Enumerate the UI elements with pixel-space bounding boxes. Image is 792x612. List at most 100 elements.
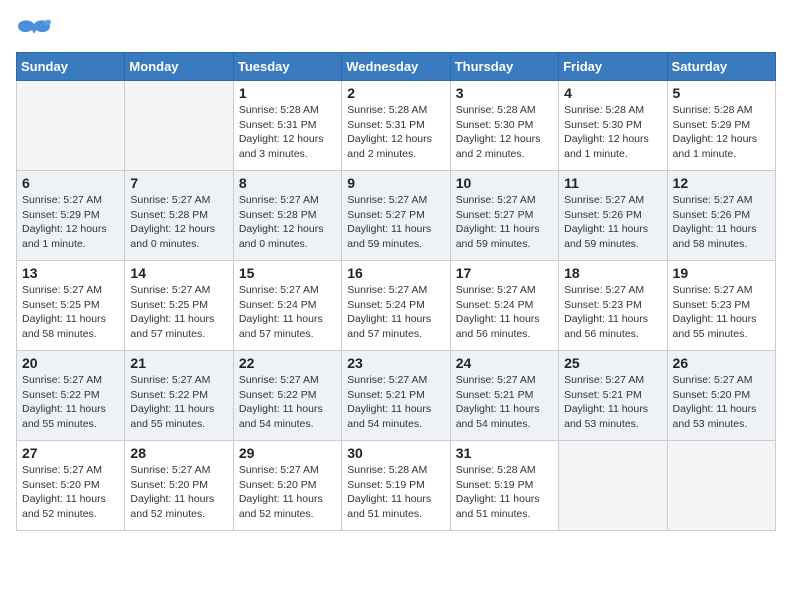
day-info: Sunrise: 5:27 AM Sunset: 5:20 PM Dayligh… bbox=[130, 463, 227, 522]
calendar-cell: 12 Sunrise: 5:27 AM Sunset: 5:26 PM Dayli… bbox=[667, 171, 775, 261]
calendar-cell: 13 Sunrise: 5:27 AM Sunset: 5:25 PM Dayli… bbox=[17, 261, 125, 351]
col-header-wednesday: Wednesday bbox=[342, 53, 450, 81]
calendar-cell: 10 Sunrise: 5:27 AM Sunset: 5:27 PM Dayli… bbox=[450, 171, 558, 261]
calendar-cell: 6 Sunrise: 5:27 AM Sunset: 5:29 PM Daylig… bbox=[17, 171, 125, 261]
day-info: Sunrise: 5:27 AM Sunset: 5:23 PM Dayligh… bbox=[564, 283, 661, 342]
day-number: 14 bbox=[130, 265, 227, 281]
day-number: 13 bbox=[22, 265, 119, 281]
day-number: 4 bbox=[564, 85, 661, 101]
calendar-cell bbox=[667, 441, 775, 531]
day-number: 5 bbox=[673, 85, 770, 101]
day-info: Sunrise: 5:27 AM Sunset: 5:20 PM Dayligh… bbox=[239, 463, 336, 522]
calendar-cell: 23 Sunrise: 5:27 AM Sunset: 5:21 PM Dayli… bbox=[342, 351, 450, 441]
calendar-cell: 15Sunrise: 5:27 AM Sunset: 5:24 PM Dayli… bbox=[233, 261, 341, 351]
calendar-cell: 3 Sunrise: 5:28 AM Sunset: 5:30 PM Daylig… bbox=[450, 81, 558, 171]
day-number: 16 bbox=[347, 265, 444, 281]
col-header-saturday: Saturday bbox=[667, 53, 775, 81]
day-info: Sunrise: 5:27 AM Sunset: 5:25 PM Dayligh… bbox=[22, 283, 119, 342]
calendar-cell: 29 Sunrise: 5:27 AM Sunset: 5:20 PM Dayli… bbox=[233, 441, 341, 531]
day-number: 25 bbox=[564, 355, 661, 371]
day-number: 10 bbox=[456, 175, 553, 191]
day-info: Sunrise: 5:27 AM Sunset: 5:28 PM Dayligh… bbox=[130, 193, 227, 252]
day-number: 27 bbox=[22, 445, 119, 461]
day-info: Sunrise: 5:27 AM Sunset: 5:26 PM Dayligh… bbox=[564, 193, 661, 252]
day-info: Sunrise: 5:28 AM Sunset: 5:19 PM Dayligh… bbox=[347, 463, 444, 522]
calendar-cell: 9 Sunrise: 5:27 AM Sunset: 5:27 PM Daylig… bbox=[342, 171, 450, 261]
day-info: Sunrise: 5:28 AM Sunset: 5:30 PM Dayligh… bbox=[456, 103, 553, 162]
day-info: Sunrise: 5:27 AM Sunset: 5:27 PM Dayligh… bbox=[456, 193, 553, 252]
day-number: 28 bbox=[130, 445, 227, 461]
day-number: 19 bbox=[673, 265, 770, 281]
day-info: Sunrise: 5:28 AM Sunset: 5:29 PM Dayligh… bbox=[673, 103, 770, 162]
calendar-cell: 27 Sunrise: 5:27 AM Sunset: 5:20 PM Dayli… bbox=[17, 441, 125, 531]
day-info: Sunrise: 5:28 AM Sunset: 5:30 PM Dayligh… bbox=[564, 103, 661, 162]
calendar-cell: 31 Sunrise: 5:28 AM Sunset: 5:19 PM Dayli… bbox=[450, 441, 558, 531]
col-header-sunday: Sunday bbox=[17, 53, 125, 81]
day-info: Sunrise: 5:27 AM Sunset: 5:24 PM Dayligh… bbox=[347, 283, 444, 342]
day-info: Sunrise: 5:27 AM Sunset: 5:22 PM Dayligh… bbox=[239, 373, 336, 432]
col-header-monday: Monday bbox=[125, 53, 233, 81]
week-row-5: 27 Sunrise: 5:27 AM Sunset: 5:20 PM Dayli… bbox=[17, 441, 776, 531]
day-number: 15 bbox=[239, 265, 336, 281]
calendar-cell: 17Sunrise: 5:27 AM Sunset: 5:24 PM Dayli… bbox=[450, 261, 558, 351]
page-header bbox=[16, 16, 776, 44]
day-info: Sunrise: 5:27 AM Sunset: 5:23 PM Dayligh… bbox=[673, 283, 770, 342]
calendar-cell: 28 Sunrise: 5:27 AM Sunset: 5:20 PM Dayli… bbox=[125, 441, 233, 531]
logo-icon bbox=[16, 16, 52, 44]
calendar-cell: 30 Sunrise: 5:28 AM Sunset: 5:19 PM Dayli… bbox=[342, 441, 450, 531]
day-info: Sunrise: 5:28 AM Sunset: 5:31 PM Dayligh… bbox=[239, 103, 336, 162]
calendar-cell: 20 Sunrise: 5:27 AM Sunset: 5:22 PM Dayli… bbox=[17, 351, 125, 441]
day-number: 30 bbox=[347, 445, 444, 461]
day-info: Sunrise: 5:28 AM Sunset: 5:31 PM Dayligh… bbox=[347, 103, 444, 162]
calendar-cell: 4 Sunrise: 5:28 AM Sunset: 5:30 PM Daylig… bbox=[559, 81, 667, 171]
day-info: Sunrise: 5:27 AM Sunset: 5:28 PM Dayligh… bbox=[239, 193, 336, 252]
calendar-cell: 21 Sunrise: 5:27 AM Sunset: 5:22 PM Dayli… bbox=[125, 351, 233, 441]
day-info: Sunrise: 5:27 AM Sunset: 5:25 PM Dayligh… bbox=[130, 283, 227, 342]
day-number: 8 bbox=[239, 175, 336, 191]
day-info: Sunrise: 5:27 AM Sunset: 5:22 PM Dayligh… bbox=[22, 373, 119, 432]
col-header-thursday: Thursday bbox=[450, 53, 558, 81]
day-number: 9 bbox=[347, 175, 444, 191]
calendar-cell: 26Sunrise: 5:27 AM Sunset: 5:20 PM Dayli… bbox=[667, 351, 775, 441]
calendar-cell bbox=[559, 441, 667, 531]
calendar-cell: 19 Sunrise: 5:27 AM Sunset: 5:23 PM Dayli… bbox=[667, 261, 775, 351]
calendar-cell: 22 Sunrise: 5:27 AM Sunset: 5:22 PM Dayli… bbox=[233, 351, 341, 441]
day-number: 31 bbox=[456, 445, 553, 461]
day-info: Sunrise: 5:28 AM Sunset: 5:19 PM Dayligh… bbox=[456, 463, 553, 522]
logo bbox=[16, 16, 56, 44]
day-number: 20 bbox=[22, 355, 119, 371]
day-info: Sunrise: 5:27 AM Sunset: 5:27 PM Dayligh… bbox=[347, 193, 444, 252]
day-info: Sunrise: 5:27 AM Sunset: 5:26 PM Dayligh… bbox=[673, 193, 770, 252]
calendar-cell: 11Sunrise: 5:27 AM Sunset: 5:26 PM Dayli… bbox=[559, 171, 667, 261]
calendar-cell: 1 Sunrise: 5:28 AM Sunset: 5:31 PM Daylig… bbox=[233, 81, 341, 171]
col-header-friday: Friday bbox=[559, 53, 667, 81]
day-info: Sunrise: 5:27 AM Sunset: 5:20 PM Dayligh… bbox=[22, 463, 119, 522]
col-header-tuesday: Tuesday bbox=[233, 53, 341, 81]
day-number: 23 bbox=[347, 355, 444, 371]
day-number: 7 bbox=[130, 175, 227, 191]
calendar-table: SundayMondayTuesdayWednesdayThursdayFrid… bbox=[16, 52, 776, 531]
day-number: 1 bbox=[239, 85, 336, 101]
day-number: 2 bbox=[347, 85, 444, 101]
day-info: Sunrise: 5:27 AM Sunset: 5:21 PM Dayligh… bbox=[347, 373, 444, 432]
calendar-cell: 24Sunrise: 5:27 AM Sunset: 5:21 PM Dayli… bbox=[450, 351, 558, 441]
day-number: 21 bbox=[130, 355, 227, 371]
day-number: 12 bbox=[673, 175, 770, 191]
calendar-cell: 25 Sunrise: 5:27 AM Sunset: 5:21 PM Dayli… bbox=[559, 351, 667, 441]
day-number: 29 bbox=[239, 445, 336, 461]
week-row-2: 6 Sunrise: 5:27 AM Sunset: 5:29 PM Daylig… bbox=[17, 171, 776, 261]
week-row-1: 1 Sunrise: 5:28 AM Sunset: 5:31 PM Daylig… bbox=[17, 81, 776, 171]
day-number: 6 bbox=[22, 175, 119, 191]
day-number: 3 bbox=[456, 85, 553, 101]
day-number: 18 bbox=[564, 265, 661, 281]
calendar-cell bbox=[125, 81, 233, 171]
day-info: Sunrise: 5:27 AM Sunset: 5:21 PM Dayligh… bbox=[564, 373, 661, 432]
calendar-cell: 7 Sunrise: 5:27 AM Sunset: 5:28 PM Daylig… bbox=[125, 171, 233, 261]
calendar-cell: 2 Sunrise: 5:28 AM Sunset: 5:31 PM Daylig… bbox=[342, 81, 450, 171]
day-info: Sunrise: 5:27 AM Sunset: 5:20 PM Dayligh… bbox=[673, 373, 770, 432]
week-row-3: 13 Sunrise: 5:27 AM Sunset: 5:25 PM Dayli… bbox=[17, 261, 776, 351]
day-number: 22 bbox=[239, 355, 336, 371]
day-info: Sunrise: 5:27 AM Sunset: 5:29 PM Dayligh… bbox=[22, 193, 119, 252]
day-number: 17 bbox=[456, 265, 553, 281]
day-info: Sunrise: 5:27 AM Sunset: 5:22 PM Dayligh… bbox=[130, 373, 227, 432]
